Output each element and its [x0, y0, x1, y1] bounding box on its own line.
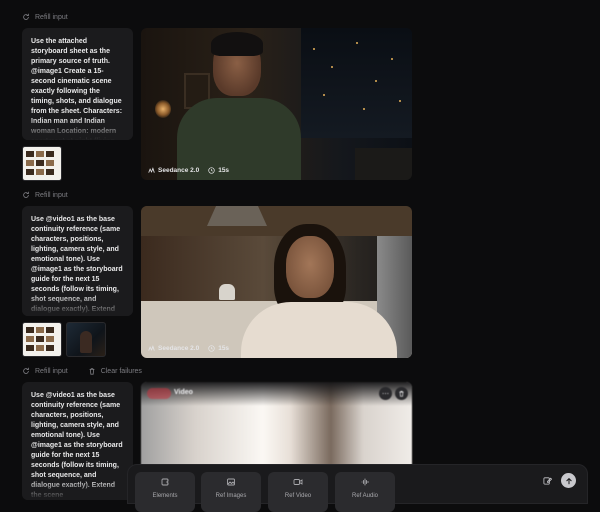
refresh-icon: [23, 191, 29, 198]
model-icon: [148, 345, 155, 351]
sofa: [355, 148, 412, 180]
duration: 15s: [218, 167, 230, 174]
storyboard-thumbnail[interactable]: [22, 322, 62, 357]
window: [301, 28, 412, 138]
trash-icon: [89, 368, 95, 375]
video-meta: Seedance 2.0 15s: [148, 345, 229, 352]
prompt-dock: Elements Ref Images Ref Video Ref Audio: [127, 464, 588, 512]
video-result[interactable]: Seedance 2.0 15s: [141, 28, 412, 180]
refresh-icon: [23, 13, 29, 20]
ref-audio-button[interactable]: Ref Audio: [335, 472, 395, 512]
model-name: Seedance 2.0: [158, 167, 200, 174]
elements-label: Elements: [152, 493, 178, 499]
more-icon: ⋯: [382, 390, 389, 398]
arrow-up-icon: [565, 477, 572, 484]
ref-images-button[interactable]: Ref Images: [201, 472, 261, 512]
edit-icon[interactable]: [543, 476, 552, 485]
prompt-card[interactable]: Use @video1 as the base continuity refer…: [22, 382, 133, 500]
elements-button[interactable]: Elements: [135, 472, 195, 512]
lamp: [155, 100, 171, 118]
elements-icon: [161, 478, 169, 486]
ref-images-label: Ref Images: [215, 493, 247, 499]
ref-video-label: Ref Video: [284, 493, 312, 499]
refill-input-button[interactable]: Refill input: [22, 367, 68, 375]
refill-input-label: Refill input: [35, 13, 68, 21]
model-icon: [148, 167, 155, 173]
trash-icon: [399, 391, 404, 397]
video-reference-thumbnail[interactable]: [66, 322, 106, 357]
refresh-icon: [23, 367, 29, 374]
prompt-card[interactable]: Use @video1 as the base continuity refer…: [22, 206, 133, 316]
model-name: Seedance 2.0: [158, 345, 200, 352]
send-button[interactable]: [561, 473, 576, 488]
more-options-button[interactable]: ⋯: [379, 387, 392, 400]
audio-icon: [361, 478, 369, 486]
clock-icon: [208, 345, 215, 352]
refill-input-label: Refill input: [35, 367, 68, 375]
refill-input-button[interactable]: Refill input: [22, 191, 68, 199]
video-meta: Seedance 2.0 15s: [148, 167, 229, 174]
ref-video-button[interactable]: Ref Video: [268, 472, 328, 512]
duration: 15s: [218, 345, 230, 352]
man-hair: [211, 32, 263, 56]
woman-face: [286, 236, 334, 298]
video-label: Video: [174, 389, 193, 396]
status-pill: [147, 388, 171, 399]
ref-audio-label: Ref Audio: [351, 493, 379, 499]
prompt-card[interactable]: Use the attached storyboard sheet as the…: [22, 28, 133, 140]
video-result[interactable]: Seedance 2.0 15s: [141, 206, 412, 358]
delete-button[interactable]: [395, 387, 408, 400]
refill-input-button[interactable]: Refill input: [22, 13, 68, 21]
woman-figure: [241, 302, 397, 358]
storyboard-thumbnail[interactable]: [22, 146, 62, 181]
range-hood: [207, 206, 267, 226]
kettle: [219, 284, 235, 300]
clear-failures-label: Clear failures: [100, 367, 142, 375]
kitchen-cabinets: [141, 206, 412, 236]
video-icon: [293, 479, 303, 485]
clock-icon: [208, 167, 215, 174]
image-icon: [227, 478, 235, 486]
generation-actions: Refill input Clear failures: [22, 367, 142, 375]
refill-input-label: Refill input: [35, 191, 68, 199]
clear-failures-button[interactable]: Clear failures: [88, 367, 142, 375]
